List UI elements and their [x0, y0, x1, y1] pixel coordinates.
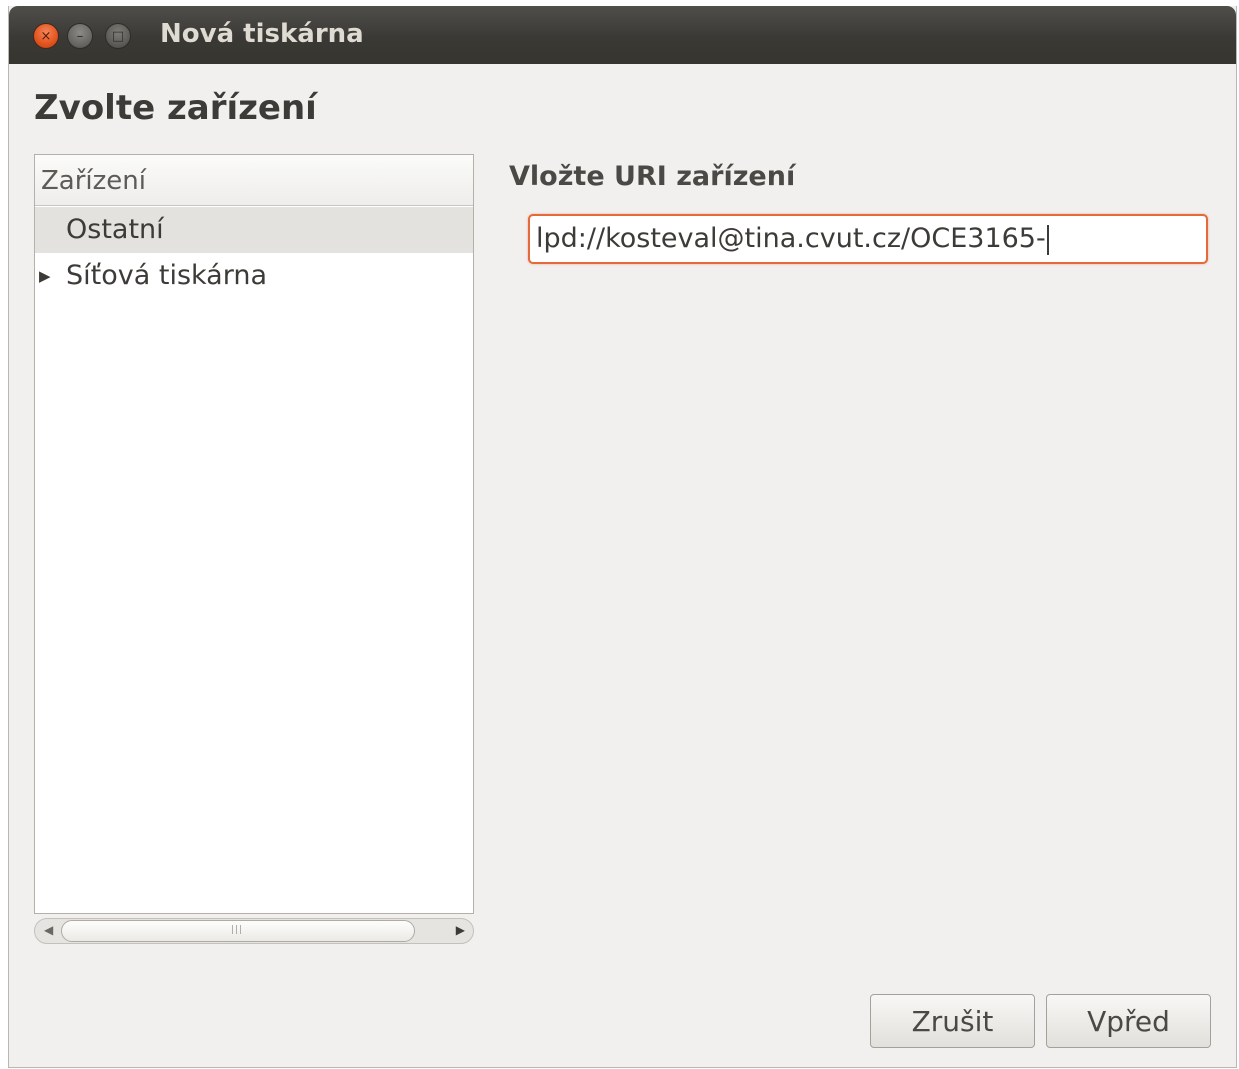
text-caret	[1046, 224, 1049, 255]
new-printer-dialog: × – □ Nová tiskárna Zvolte zařízení Zaří…	[8, 6, 1237, 1068]
close-window-button[interactable]: ×	[33, 23, 59, 49]
scroll-right-arrow-icon[interactable]: ▶	[456, 923, 465, 937]
device-tree[interactable]: Zařízení Ostatní ▶ Síťová tiskárna	[34, 154, 474, 914]
grip-icon: |||	[231, 925, 244, 935]
minimize-icon: –	[76, 28, 84, 44]
scrollbar-thumb[interactable]: |||	[61, 920, 415, 942]
maximize-icon: □	[111, 28, 125, 44]
uri-input[interactable]: lpd://kosteval@tina.cvut.cz/OCE3165-	[528, 214, 1208, 264]
cancel-button[interactable]: Zrušit	[870, 994, 1035, 1048]
device-tree-column-header[interactable]: Zařízení	[35, 155, 473, 206]
uri-label: Vložte URI zařízení	[509, 161, 796, 192]
forward-button[interactable]: Vpřed	[1046, 994, 1211, 1048]
page-heading: Zvolte zařízení	[34, 88, 317, 128]
scroll-left-arrow-icon[interactable]: ◀	[44, 923, 53, 937]
tree-item-label: Síťová tiskárna	[66, 260, 267, 291]
horizontal-scrollbar[interactable]: ◀ ||| ▶	[34, 918, 474, 944]
maximize-window-button[interactable]: □	[105, 23, 131, 49]
window-title: Nová tiskárna	[160, 19, 364, 49]
expand-arrow-icon[interactable]: ▶	[39, 253, 51, 299]
title-bar[interactable]: × – □ Nová tiskárna	[9, 6, 1236, 64]
tree-item-network-printer[interactable]: ▶ Síťová tiskárna	[35, 253, 473, 299]
uri-input-value: lpd://kosteval@tina.cvut.cz/OCE3165-	[536, 223, 1046, 254]
tree-item-label: Ostatní	[66, 214, 164, 245]
tree-item-other[interactable]: Ostatní	[35, 207, 473, 253]
minimize-window-button[interactable]: –	[67, 23, 93, 49]
close-icon: ×	[40, 28, 52, 44]
